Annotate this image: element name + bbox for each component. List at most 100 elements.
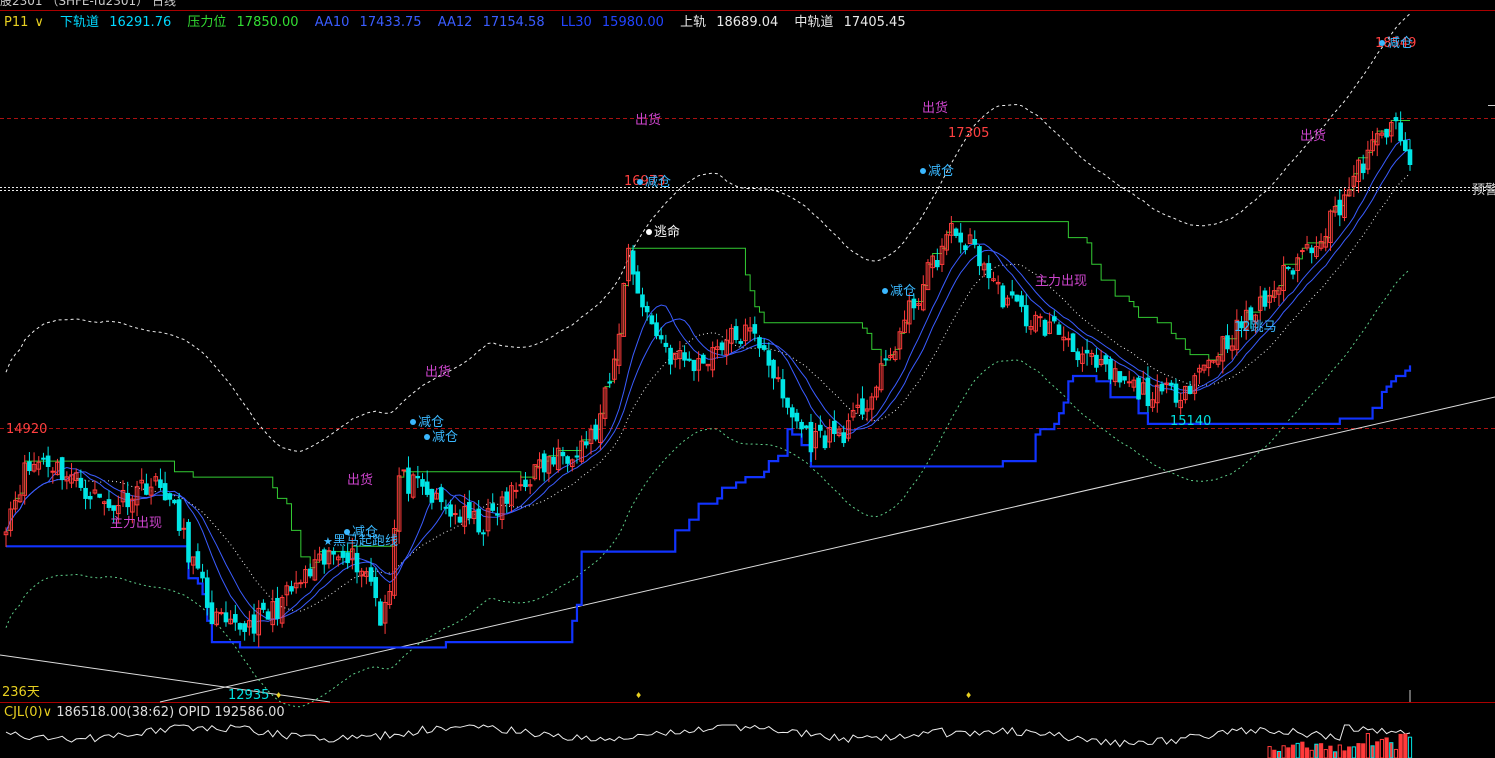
candle-body[interactable] <box>172 499 177 504</box>
candle-body[interactable] <box>251 614 257 634</box>
candle-body[interactable] <box>209 602 215 625</box>
volume-bar[interactable] <box>1328 745 1333 758</box>
volume-bar[interactable] <box>1295 742 1300 758</box>
candle-body[interactable] <box>682 352 687 361</box>
candle-body[interactable] <box>340 550 346 558</box>
chevron-down-icon[interactable]: ∨ <box>43 705 53 720</box>
candle-body[interactable] <box>832 420 837 435</box>
candle-body[interactable] <box>448 504 453 517</box>
candle-body[interactable] <box>518 484 524 487</box>
volume-bar[interactable] <box>1318 743 1324 758</box>
candle-body[interactable] <box>799 421 804 430</box>
candle-body[interactable] <box>373 577 379 599</box>
candle-body[interactable] <box>808 421 814 453</box>
candle-body[interactable] <box>668 347 673 365</box>
candle-body[interactable] <box>1398 122 1403 142</box>
candle-body[interactable] <box>565 456 570 464</box>
volume-bar[interactable] <box>1379 738 1385 758</box>
volume-panel[interactable] <box>5 724 1413 758</box>
candle-body[interactable] <box>298 582 304 585</box>
candle-body[interactable] <box>275 597 280 619</box>
candle-body[interactable] <box>883 358 889 361</box>
candle-body[interactable] <box>429 488 435 503</box>
candle-body[interactable] <box>649 315 655 325</box>
candle-body[interactable] <box>1262 290 1268 307</box>
candle-body[interactable] <box>237 623 243 630</box>
candle-body[interactable] <box>1094 354 1099 368</box>
candle-body[interactable] <box>223 612 229 623</box>
candlesticks[interactable] <box>3 111 1413 648</box>
candle-body[interactable] <box>415 475 421 479</box>
candle-body[interactable] <box>686 358 692 361</box>
candle-body[interactable] <box>822 435 828 449</box>
candle-body[interactable] <box>691 359 697 372</box>
candle-body[interactable] <box>1075 351 1081 361</box>
candle-body[interactable] <box>1108 358 1113 380</box>
candle-body[interactable] <box>766 350 772 366</box>
volume-bar[interactable] <box>1342 750 1347 758</box>
volume-bar[interactable] <box>1389 742 1394 758</box>
candle-body[interactable] <box>144 483 149 495</box>
candle-body[interactable] <box>860 398 865 415</box>
candle-body[interactable] <box>1286 266 1291 269</box>
candle-body[interactable] <box>1000 285 1006 308</box>
candle-body[interactable] <box>176 499 182 531</box>
candle-body[interactable] <box>574 455 580 458</box>
candle-body[interactable] <box>1019 295 1024 307</box>
candle-body[interactable] <box>1145 377 1151 407</box>
volume-bar[interactable] <box>1323 749 1328 758</box>
candle-body[interactable] <box>658 335 664 340</box>
volume-bar[interactable] <box>1286 747 1291 758</box>
candle-body[interactable] <box>560 451 566 457</box>
candle-body[interactable] <box>1337 199 1343 216</box>
volume-selector[interactable]: CJL(0)∨ <box>4 705 52 720</box>
volume-bar[interactable] <box>1384 737 1389 758</box>
candle-body[interactable] <box>242 623 247 632</box>
candle-body[interactable] <box>818 424 823 431</box>
chevron-down-icon[interactable]: ∨ <box>34 15 44 30</box>
candle-body[interactable] <box>1014 294 1020 302</box>
candle-body[interactable] <box>106 499 112 508</box>
candle-body[interactable] <box>1290 270 1296 275</box>
candle-body[interactable] <box>420 479 425 487</box>
candle-body[interactable] <box>785 397 790 408</box>
candle-body[interactable] <box>438 487 444 503</box>
candle-body[interactable] <box>780 379 786 399</box>
volume-bar[interactable] <box>1398 733 1403 758</box>
candle-body[interactable] <box>490 503 496 511</box>
volume-bar[interactable] <box>1304 747 1310 758</box>
volume-bar[interactable] <box>1309 749 1314 758</box>
candle-body[interactable] <box>321 549 327 565</box>
candle-body[interactable] <box>481 532 486 535</box>
candle-body[interactable] <box>1117 371 1123 383</box>
price-chart[interactable]: 149201697317305185491293515140出货出货出货出货出货… <box>0 0 1495 758</box>
candle-body[interactable] <box>495 513 500 516</box>
candle-body[interactable] <box>607 381 613 384</box>
candle-body[interactable] <box>972 238 978 245</box>
candle-body[interactable] <box>111 505 116 511</box>
candle-body[interactable] <box>265 611 271 620</box>
candle-body[interactable] <box>593 424 598 440</box>
candle-body[interactable] <box>378 601 383 626</box>
candle-body[interactable] <box>424 481 430 495</box>
candle-body[interactable] <box>443 506 449 509</box>
candle-body[interactable] <box>911 298 917 309</box>
candle-body[interactable] <box>467 501 472 519</box>
volume-bar[interactable] <box>1393 748 1399 758</box>
candle-body[interactable] <box>551 456 556 465</box>
candle-body[interactable] <box>289 586 294 592</box>
candle-body[interactable] <box>1360 163 1366 174</box>
candle-body[interactable] <box>757 337 762 349</box>
candle-body[interactable] <box>504 491 510 504</box>
candle-body[interactable] <box>1103 355 1109 365</box>
candle-body[interactable] <box>83 487 88 499</box>
candle-body[interactable] <box>953 228 959 236</box>
candle-body[interactable] <box>125 492 130 508</box>
candle-body[interactable] <box>663 342 669 347</box>
volume-bar[interactable] <box>1403 733 1408 758</box>
candle-body[interactable] <box>775 377 781 380</box>
candle-body[interactable] <box>195 551 201 569</box>
candle-body[interactable] <box>307 568 313 577</box>
candle-body[interactable] <box>1136 377 1141 400</box>
candle-body[interactable] <box>644 305 650 313</box>
